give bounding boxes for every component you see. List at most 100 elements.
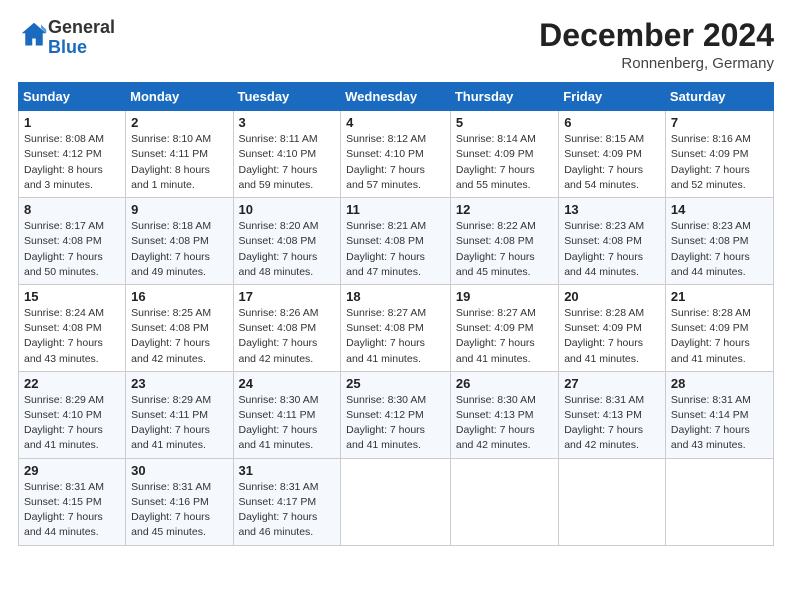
sunrise-text: Sunrise: 8:24 AM [24,307,104,319]
calendar-cell: 5Sunrise: 8:14 AMSunset: 4:09 PMDaylight… [450,111,558,198]
sunset-text: Sunset: 4:08 PM [131,322,209,334]
calendar-cell: 7Sunrise: 8:16 AMSunset: 4:09 PMDaylight… [665,111,773,198]
daylight-text: Daylight: 7 hours [239,164,318,176]
weekday-header: Saturday [665,83,773,111]
sunrise-text: Sunrise: 8:28 AM [671,307,751,319]
calendar-cell: 20Sunrise: 8:28 AMSunset: 4:09 PMDayligh… [559,284,666,371]
daylight-text: Daylight: 7 hours [239,337,318,349]
sunrise-text: Sunrise: 8:18 AM [131,220,211,232]
day-number: 27 [564,376,660,391]
calendar-cell: 6Sunrise: 8:15 AMSunset: 4:09 PMDaylight… [559,111,666,198]
day-number: 14 [671,202,768,217]
day-info: Sunrise: 8:28 AMSunset: 4:09 PMDaylight:… [671,306,768,367]
daylight-text-2: and 45 minutes. [456,266,531,278]
day-info: Sunrise: 8:20 AMSunset: 4:08 PMDaylight:… [239,219,336,280]
sunset-text: Sunset: 4:15 PM [24,496,102,508]
calendar-cell: 2Sunrise: 8:10 AMSunset: 4:11 PMDaylight… [126,111,233,198]
day-info: Sunrise: 8:23 AMSunset: 4:08 PMDaylight:… [671,219,768,280]
day-info: Sunrise: 8:29 AMSunset: 4:11 PMDaylight:… [131,393,227,454]
day-info: Sunrise: 8:18 AM Sunset: 4:08 PM Daylight:… [131,219,227,280]
day-number: 1 [24,115,120,130]
sunset-text: Sunset: 4:08 PM [131,235,209,247]
day-info: Sunrise: 8:24 AM Sunset: 4:08 PM Daylight:… [24,306,120,367]
day-info: Sunrise: 8:31 AMSunset: 4:13 PMDaylight:… [564,393,660,454]
sunset-text: Sunset: 4:08 PM [456,235,534,247]
calendar-week-row: 1Sunrise: 8:08 AMSunset: 4:12 PMDaylight… [19,111,774,198]
daylight-text: Daylight: 7 hours [456,424,535,436]
daylight-text: Daylight: 7 hours [671,424,750,436]
calendar-cell: 3Sunrise: 8:11 AMSunset: 4:10 PMDaylight… [233,111,341,198]
daylight-text-2: and 44 minutes. [564,266,639,278]
daylight-text-2: and 42 minutes. [564,439,639,451]
day-info: Sunrise: 8:10 AMSunset: 4:11 PMDaylight:… [131,132,227,193]
day-number: 18 [346,289,445,304]
daylight-text-2: and 52 minutes. [671,179,746,191]
daylight-text-2: and 41 minutes. [131,439,206,451]
day-number: 16 [131,289,227,304]
day-info: Sunrise: 8:30 AMSunset: 4:11 PMDaylight:… [239,393,336,454]
sunrise-text: Sunrise: 8:30 AM [239,394,319,406]
calendar-header-row: SundayMondayTuesdayWednesdayThursdayFrid… [19,83,774,111]
daylight-text-2: and 42 minutes. [239,353,314,365]
daylight-text: Daylight: 7 hours [131,337,210,349]
title-block: December 2024 Ronnenberg, Germany [539,18,774,72]
day-info: Sunrise: 8:21 AMSunset: 4:08 PMDaylight:… [346,219,445,280]
day-number: 12 [456,202,553,217]
daylight-text-2: and 49 minutes. [131,266,206,278]
daylight-text-2: and 41 minutes. [346,439,421,451]
logo-general-text: General [48,17,115,37]
sunrise-text: Sunrise: 8:15 AM [564,133,644,145]
sunset-text: Sunset: 4:08 PM [346,322,424,334]
calendar-cell: 18Sunrise: 8:27 AMSunset: 4:08 PMDayligh… [341,284,451,371]
daylight-text-2: and 43 minutes. [24,353,99,365]
sunset-text: Sunset: 4:08 PM [24,322,102,334]
day-info: Sunrise: 8:11 AMSunset: 4:10 PMDaylight:… [239,132,336,193]
daylight-text-2: and 1 minute. [131,179,195,191]
day-number: 6 [564,115,660,130]
sunrise-text: Sunrise: 8:14 AM [456,133,536,145]
daylight-text: Daylight: 7 hours [346,251,425,263]
daylight-text-2: and 43 minutes. [671,439,746,451]
month-title: December 2024 [539,18,774,53]
weekday-header: Wednesday [341,83,451,111]
day-number: 17 [239,289,336,304]
day-number: 5 [456,115,553,130]
calendar-week-row: 29Sunrise: 8:31 AMSunset: 4:15 PMDayligh… [19,458,774,545]
calendar-cell: 11Sunrise: 8:21 AMSunset: 4:08 PMDayligh… [341,198,451,285]
day-number: 10 [239,202,336,217]
day-number: 9 [131,202,227,217]
daylight-text: Daylight: 7 hours [131,251,210,263]
daylight-text-2: and 55 minutes. [456,179,531,191]
calendar-cell: 4Sunrise: 8:12 AMSunset: 4:10 PMDaylight… [341,111,451,198]
sunrise-text: Sunrise: 8:10 AM [131,133,211,145]
header: General Blue December 2024 Ronnenberg, G… [18,18,774,72]
calendar-cell: 10 Sunrise: 8:20 AMSunset: 4:08 PMDayligh… [233,198,341,285]
day-info: Sunrise: 8:30 AMSunset: 4:12 PMDaylight:… [346,393,445,454]
daylight-text: Daylight: 7 hours [131,511,210,523]
sunset-text: Sunset: 4:12 PM [24,148,102,160]
sunset-text: Sunset: 4:09 PM [671,322,749,334]
day-info: Sunrise: 8:16 AMSunset: 4:09 PMDaylight:… [671,132,768,193]
daylight-text-2: and 41 minutes. [564,353,639,365]
sunset-text: Sunset: 4:09 PM [671,148,749,160]
sunrise-text: Sunrise: 8:29 AM [24,394,104,406]
location-title: Ronnenberg, Germany [539,55,774,72]
daylight-text-2: and 41 minutes. [24,439,99,451]
sunrise-text: Sunrise: 8:31 AM [24,481,104,493]
daylight-text-2: and 46 minutes. [239,526,314,538]
daylight-text: Daylight: 7 hours [671,251,750,263]
sunrise-text: Sunrise: 8:31 AM [671,394,751,406]
day-number: 30 [131,463,227,478]
sunrise-text: Sunrise: 8:22 AM [456,220,536,232]
sunrise-text: Sunrise: 8:17 AM [24,220,104,232]
calendar-week-row: 22Sunrise: 8:29 AMSunset: 4:10 PMDayligh… [19,371,774,458]
calendar-cell: 22Sunrise: 8:29 AMSunset: 4:10 PMDayligh… [19,371,126,458]
sunrise-text: Sunrise: 8:28 AM [564,307,644,319]
sunrise-text: Sunrise: 8:23 AM [671,220,751,232]
daylight-text: Daylight: 7 hours [24,337,103,349]
calendar-cell [341,458,451,545]
sunset-text: Sunset: 4:10 PM [24,409,102,421]
day-info: Sunrise: 8:12 AMSunset: 4:10 PMDaylight:… [346,132,445,193]
daylight-text: Daylight: 7 hours [239,251,318,263]
daylight-text: Daylight: 7 hours [564,251,643,263]
